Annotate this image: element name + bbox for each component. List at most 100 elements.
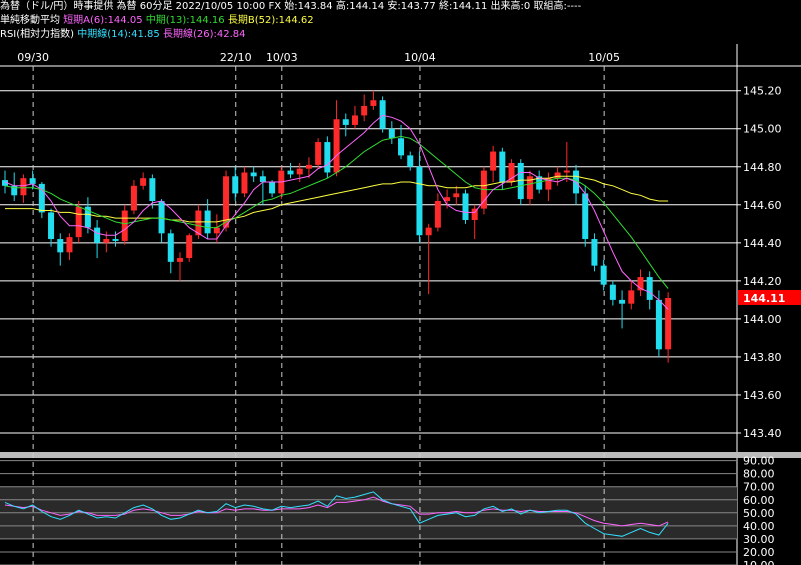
open-label: 始: bbox=[284, 1, 298, 12]
candle-body bbox=[600, 265, 607, 285]
price-tick-label: 145.20 bbox=[743, 85, 782, 98]
open-value: 143.84 bbox=[297, 1, 333, 12]
candle-body bbox=[333, 119, 340, 173]
price-tick-label: 144.80 bbox=[743, 161, 782, 174]
price-tick-label: 144.60 bbox=[743, 199, 782, 212]
rsi-tick-label: 90.00 bbox=[743, 455, 775, 468]
candle-body bbox=[232, 176, 239, 194]
rsi14-label: 中期線(14): bbox=[77, 29, 132, 40]
ohlc-info-line: 為替（ドル/円）時事提供 為替 60分足 2022/10/05 10:00 FX… bbox=[0, 0, 581, 14]
price-tick-label: 144.00 bbox=[743, 313, 782, 326]
date-label: 10/03 bbox=[266, 51, 298, 64]
candle-body bbox=[57, 239, 64, 253]
date-label: 22/10 bbox=[220, 51, 252, 64]
close-value: 144.11 bbox=[452, 1, 488, 12]
candle-body bbox=[398, 138, 405, 156]
candle-body bbox=[20, 178, 27, 196]
candle-body bbox=[121, 210, 128, 241]
rsi-tick-label: 40.00 bbox=[743, 520, 775, 533]
date-label: 10/05 bbox=[588, 51, 620, 64]
ma-legend-title: 単純移動平均 bbox=[0, 15, 60, 26]
rsi-tick-label: 80.00 bbox=[743, 468, 775, 481]
candle-body bbox=[361, 105, 368, 116]
candles-group bbox=[2, 90, 672, 363]
candle-body bbox=[140, 178, 147, 186]
candle-body bbox=[29, 178, 36, 184]
price-tick-label: 145.00 bbox=[743, 123, 782, 136]
rsi-tick-label: 30.00 bbox=[743, 533, 775, 546]
date-label: 09/30 bbox=[17, 51, 49, 64]
rsi26-value: 42.84 bbox=[216, 29, 246, 40]
candle-body bbox=[379, 100, 386, 129]
candle-body bbox=[342, 119, 349, 125]
candle-body bbox=[287, 170, 294, 175]
ma-short-label: 短期A(6): bbox=[63, 15, 108, 26]
instrument-name: 為替（ドル/円）時事提供 為替 60分足 bbox=[0, 1, 173, 12]
candle-body bbox=[554, 172, 561, 179]
candle-body bbox=[158, 201, 165, 234]
low-label: 安: bbox=[387, 1, 401, 12]
ma-mid-label: 中期(13): bbox=[145, 15, 190, 26]
candle-body bbox=[370, 100, 377, 106]
candle-body bbox=[176, 258, 183, 262]
candle-body bbox=[407, 155, 414, 167]
candle-body bbox=[324, 142, 331, 173]
ma-long-label: 長期B(52): bbox=[227, 15, 279, 26]
ma-long-line bbox=[5, 175, 669, 223]
candle-body bbox=[213, 227, 220, 234]
high-value: 144.14 bbox=[349, 1, 385, 12]
candle-body bbox=[665, 297, 672, 350]
candle-body bbox=[490, 151, 497, 171]
candle-body bbox=[628, 290, 635, 304]
panel-divider bbox=[0, 452, 801, 458]
candle-body bbox=[167, 233, 174, 262]
high-label: 高: bbox=[335, 1, 350, 12]
candle-body bbox=[296, 168, 303, 175]
candle-body bbox=[646, 277, 653, 300]
candle-body bbox=[94, 227, 101, 243]
chart-header: 為替（ドル/円）時事提供 為替 60分足 2022/10/05 10:00 FX… bbox=[0, 0, 801, 44]
price-tick-label: 144.20 bbox=[743, 275, 782, 288]
candle-body bbox=[388, 128, 395, 139]
last-price-tag: 144.11 bbox=[743, 292, 785, 305]
rsi-tick-label: 20.00 bbox=[743, 546, 775, 559]
price-tick-label: 143.80 bbox=[743, 351, 782, 364]
ma-mid-value: 144.16 bbox=[189, 15, 225, 26]
candle-body bbox=[112, 239, 119, 241]
market-code: FX bbox=[268, 1, 282, 12]
rsi26-label: 長期線(26): bbox=[162, 29, 217, 40]
ma-short-value: 144.05 bbox=[107, 15, 143, 26]
candle-body bbox=[462, 193, 469, 221]
candle-body bbox=[582, 193, 589, 240]
low-value: 143.77 bbox=[400, 1, 436, 12]
candle-body bbox=[315, 142, 322, 165]
rsi-tick-label: 10.00 bbox=[743, 559, 775, 565]
candle-body bbox=[66, 237, 73, 253]
candle-body bbox=[434, 201, 441, 228]
candle-body bbox=[655, 299, 662, 350]
candle-body bbox=[149, 178, 156, 202]
price-tick-label: 143.40 bbox=[743, 427, 782, 440]
rsi-tick-label: 60.00 bbox=[743, 494, 775, 507]
candle-body bbox=[351, 115, 358, 125]
volume-value: 0 bbox=[523, 1, 531, 12]
candle-body bbox=[305, 164, 312, 169]
rsi-legend-title: RSI(相対力指数) bbox=[0, 29, 75, 40]
candle-body bbox=[609, 284, 616, 300]
candle-body bbox=[259, 176, 266, 182]
candle-body bbox=[619, 299, 626, 304]
price-tick-label: 143.60 bbox=[743, 389, 782, 402]
rsi-tick-label: 70.00 bbox=[743, 481, 775, 494]
open-interest-value: ---- bbox=[566, 1, 582, 12]
candle-body bbox=[130, 185, 137, 211]
rsi-legend-line: RSI(相対力指数) 中期線(14):41.85 長期線(26):42.84 bbox=[0, 28, 246, 42]
candle-body bbox=[425, 227, 432, 236]
candle-body bbox=[269, 181, 276, 194]
candle-body bbox=[453, 193, 460, 198]
ma-long-value: 144.62 bbox=[278, 15, 314, 26]
date-label: 10/04 bbox=[404, 51, 436, 64]
price-tick-label: 144.40 bbox=[743, 237, 782, 250]
candle-body bbox=[563, 170, 570, 173]
candle-body bbox=[499, 151, 506, 182]
chart-canvas: 145.20 145.00 144.80 144.60 144.40 144.20 144.… bbox=[0, 44, 801, 565]
